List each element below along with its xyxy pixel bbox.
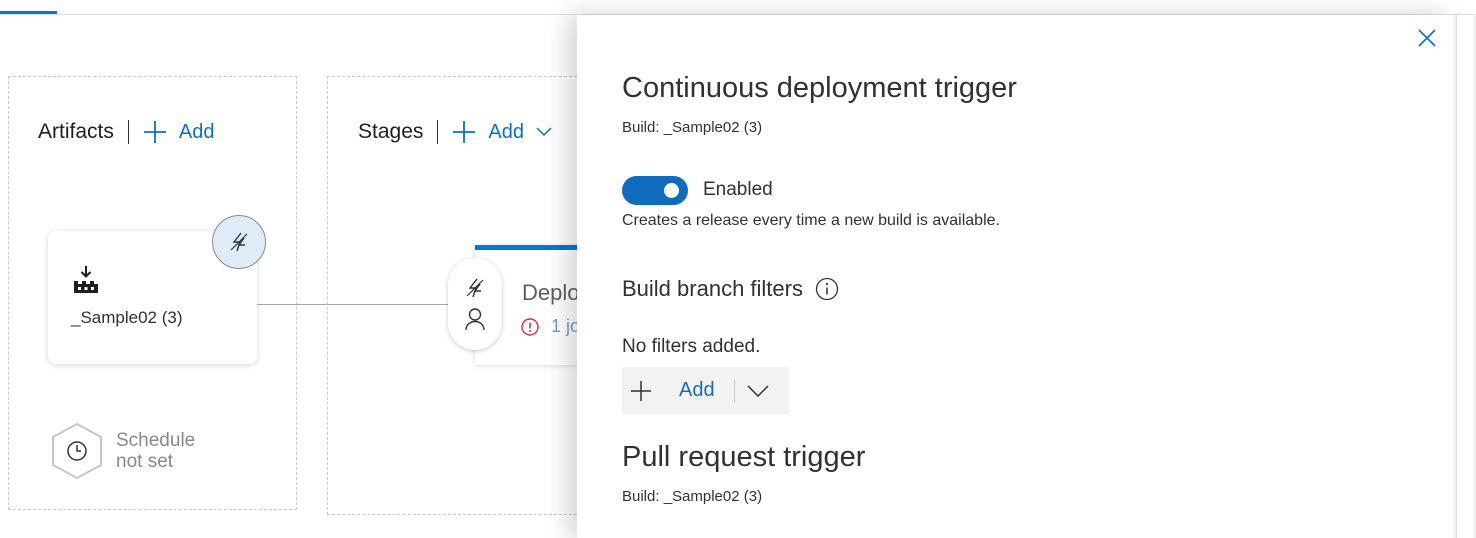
panel-subtitle: Build: _Sample02 (3) [622, 119, 763, 136]
stage-name: Deplo [522, 280, 580, 305]
add-artifact-label: Add [178, 120, 215, 143]
add-artifact-button[interactable]: Add [143, 120, 215, 144]
pull-request-trigger-title: Pull request trigger [622, 441, 866, 473]
plus-icon [631, 380, 651, 401]
artifacts-title: Artifacts [38, 120, 114, 143]
branch-filters-heading: Build branch filters [622, 276, 839, 302]
panel-title: Continuous deployment trigger [622, 72, 1017, 104]
scrollbar-thumb[interactable] [1456, 15, 1473, 538]
branch-filters-title: Build branch filters [622, 276, 803, 301]
schedule-text: Schedule not set [116, 430, 195, 472]
stage-conditions [448, 258, 502, 350]
close-icon[interactable] [1417, 28, 1437, 48]
plus-icon [453, 121, 476, 143]
chevron-down-icon[interactable] [747, 384, 769, 398]
build-icon [74, 266, 98, 293]
add-filter-plus[interactable] [622, 380, 660, 402]
stage-jobs[interactable]: 1 jo [521, 316, 580, 337]
schedule-trigger[interactable]: Schedule not set [50, 421, 195, 481]
split-divider [733, 378, 735, 403]
no-filters-text: No filters added. [622, 336, 761, 357]
clock-icon [52, 422, 102, 480]
schedule-line-2: not set [116, 451, 174, 472]
stages-title: Stages [358, 120, 424, 143]
add-filter-button[interactable]: Add [679, 379, 715, 402]
chevron-down-icon[interactable] [536, 127, 552, 137]
artifacts-header: Artifacts Add [38, 117, 214, 147]
error-icon [521, 317, 539, 336]
schedule-line-1: Schedule [116, 430, 196, 451]
pull-request-trigger-subtitle: Build: _Sample02 (3) [622, 488, 763, 505]
plus-icon [143, 121, 166, 143]
toggle-description: Creates a release every time a new build… [622, 212, 1000, 229]
lightning-icon [230, 232, 248, 252]
continuous-deployment-trigger-button[interactable] [212, 215, 266, 269]
artifact-name: _Sample02 (3) [71, 308, 183, 327]
enabled-toggle[interactable] [622, 176, 688, 205]
header-divider [127, 120, 129, 144]
toggle-knob [664, 183, 679, 198]
add-stage-button[interactable]: Add [452, 120, 564, 144]
header-divider [437, 120, 439, 144]
info-icon[interactable] [815, 277, 839, 301]
toggle-label: Enabled [703, 179, 773, 200]
add-stage-label: Add [488, 120, 524, 143]
stages-header: Stages Add [358, 117, 564, 147]
add-filter-split-button: Add [622, 367, 789, 414]
person-icon[interactable] [464, 307, 486, 331]
stage-jobs-label: 1 jo [551, 316, 581, 336]
lightning-icon[interactable] [464, 277, 486, 299]
